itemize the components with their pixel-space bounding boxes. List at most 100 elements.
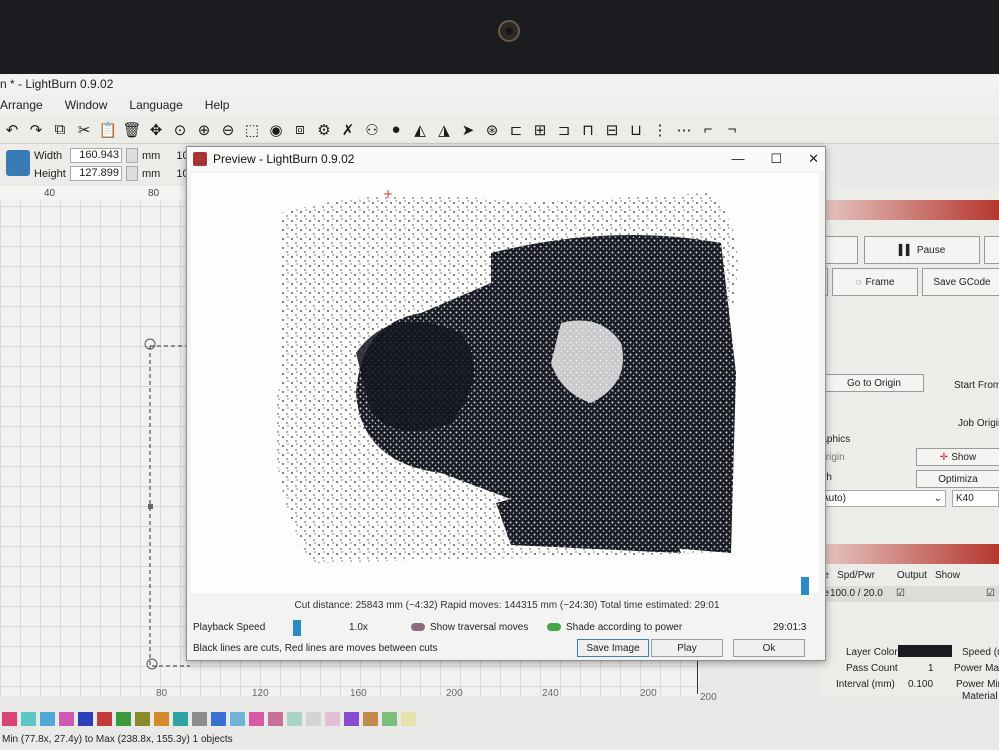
shade-power-toggle[interactable] (547, 623, 561, 631)
preview-scroll-handle[interactable] (801, 577, 809, 595)
play-button[interactable]: Play (651, 639, 723, 657)
move-icon[interactable]: ✥ (146, 120, 166, 140)
align-left-icon[interactable]: ⊏ (506, 120, 526, 140)
camera-icon[interactable]: ◉ (266, 120, 286, 140)
chevron-down-icon: ⌄ (933, 493, 942, 504)
zoom-fit-icon[interactable]: ⊙ (170, 120, 190, 140)
copy-icon[interactable]: ⧉ (50, 120, 70, 140)
group-icon[interactable]: ⌐ (698, 120, 718, 140)
palette-swatch-5[interactable] (97, 712, 112, 726)
pass-count-field[interactable]: 1 (928, 663, 934, 674)
output-checkbox[interactable]: ☑ (896, 588, 905, 599)
right-panel: ▌▌ Pause ◌ Frame Save GCode Go to Origin… (818, 186, 999, 696)
redo-icon[interactable]: ↷ (26, 120, 46, 140)
mirror-h-icon[interactable]: ◭ (410, 120, 430, 140)
maximize-icon[interactable]: ☐ (770, 151, 782, 167)
save-image-button[interactable]: Save Image (577, 639, 649, 657)
resize-handle[interactable] (148, 504, 153, 509)
save-gcode-button[interactable]: Save GCode (922, 268, 999, 296)
align-center-icon[interactable]: ⊞ (530, 120, 550, 140)
align-right-icon[interactable]: ⊐ (554, 120, 574, 140)
palette-swatch-17[interactable] (325, 712, 340, 726)
optimization-button[interactable]: Optimiza (916, 470, 999, 488)
align-bottom-icon[interactable]: ⊔ (626, 120, 646, 140)
cut-icon[interactable]: ✂ (74, 120, 94, 140)
menu-bar: Arrange Window Language Help (0, 94, 999, 116)
height-spinner[interactable] (126, 166, 138, 181)
users-icon[interactable]: ⚇ (362, 120, 382, 140)
palette-swatch-0[interactable] (2, 712, 17, 726)
app-titlebar: n * - LightBurn 0.9.02 (0, 74, 999, 94)
menu-language[interactable]: Language (129, 98, 182, 112)
palette-swatch-18[interactable] (344, 712, 359, 726)
col-show: Show (934, 570, 960, 581)
target-icon[interactable]: ⊛ (482, 120, 502, 140)
paste-icon[interactable]: 📋 (98, 120, 118, 140)
frame-button[interactable]: ◌ Frame (832, 268, 918, 296)
align-middle-icon[interactable]: ⊟ (602, 120, 622, 140)
layer-color-swatch[interactable] (898, 645, 952, 657)
interval-field[interactable]: 0.100 (908, 679, 933, 690)
ruler-tick: 200 (446, 688, 463, 699)
send-icon[interactable]: ➤ (458, 120, 478, 140)
width-spinner[interactable] (126, 148, 138, 163)
stop-button[interactable] (984, 236, 999, 264)
select-rect-icon[interactable]: ⬚ (242, 120, 262, 140)
align-top-icon[interactable]: ⊓ (578, 120, 598, 140)
palette-swatch-16[interactable] (306, 712, 321, 726)
go-to-origin-button[interactable]: Go to Origin (824, 374, 924, 392)
preview-canvas[interactable]: + (191, 173, 819, 593)
palette-swatch-12[interactable] (230, 712, 245, 726)
delete-icon[interactable]: 🗑 (122, 120, 142, 140)
palette-swatch-2[interactable] (40, 712, 55, 726)
lock-icon[interactable] (6, 150, 30, 176)
distribute-h-icon[interactable]: ⋮ (650, 120, 670, 140)
ungroup-icon[interactable]: ¬ (722, 120, 742, 140)
menu-help[interactable]: Help (205, 98, 230, 112)
palette-swatch-20[interactable] (382, 712, 397, 726)
palette-swatch-1[interactable] (21, 712, 36, 726)
palette-swatch-13[interactable] (249, 712, 264, 726)
layer-color-label: Layer Color (846, 647, 898, 658)
playback-speed-slider[interactable] (293, 620, 301, 636)
mirror-v-icon[interactable]: ◮ (434, 120, 454, 140)
frame-select-icon[interactable]: ⧈ (290, 120, 310, 140)
user-icon[interactable]: ● (386, 120, 406, 140)
width-field[interactable]: 160.943 (70, 148, 122, 163)
device-select[interactable]: Auto) ⌄ (818, 490, 946, 507)
rotate-handle-bottom[interactable] (146, 658, 158, 670)
palette-swatch-7[interactable] (135, 712, 150, 726)
palette-swatch-11[interactable] (211, 712, 226, 726)
palette-swatch-4[interactable] (78, 712, 93, 726)
layer-row[interactable]: ge 100.0 / 20.0 ☑ ☑ (818, 586, 999, 602)
width-label: Width (34, 149, 63, 162)
palette-swatch-21[interactable] (401, 712, 416, 726)
show-last-position-button[interactable]: ✛ Show (916, 448, 999, 466)
close-icon[interactable]: ✕ (808, 151, 819, 167)
palette-swatch-19[interactable] (363, 712, 378, 726)
height-field[interactable]: 127.899 (70, 166, 122, 181)
palette-swatch-9[interactable] (173, 712, 188, 726)
traversal-toggle[interactable] (411, 623, 425, 631)
palette-swatch-15[interactable] (287, 712, 302, 726)
tools-icon[interactable]: ✗ (338, 120, 358, 140)
palette-swatch-6[interactable] (116, 712, 131, 726)
menu-arrange[interactable]: Arrange (0, 98, 43, 112)
menu-window[interactable]: Window (65, 98, 108, 112)
palette-swatch-10[interactable] (192, 712, 207, 726)
pause-button[interactable]: ▌▌ Pause (864, 236, 980, 264)
device-name-field[interactable]: K40 (952, 490, 999, 507)
preview-title: Preview - LightBurn 0.9.02 (213, 152, 355, 166)
zoom-out-icon[interactable]: ⊖ (218, 120, 238, 140)
settings-icon[interactable]: ⚙ (314, 120, 334, 140)
go-to-origin-label: Go to Origin (847, 377, 901, 389)
distribute-v-icon[interactable]: ⋯ (674, 120, 694, 140)
show-checkbox[interactable]: ☑ (986, 588, 995, 599)
palette-swatch-14[interactable] (268, 712, 283, 726)
zoom-in-icon[interactable]: ⊕ (194, 120, 214, 140)
palette-swatch-3[interactable] (59, 712, 74, 726)
minimize-icon[interactable]: — (731, 151, 744, 167)
undo-icon[interactable]: ↶ (2, 120, 22, 140)
ok-button[interactable]: Ok (733, 639, 805, 657)
palette-swatch-8[interactable] (154, 712, 169, 726)
